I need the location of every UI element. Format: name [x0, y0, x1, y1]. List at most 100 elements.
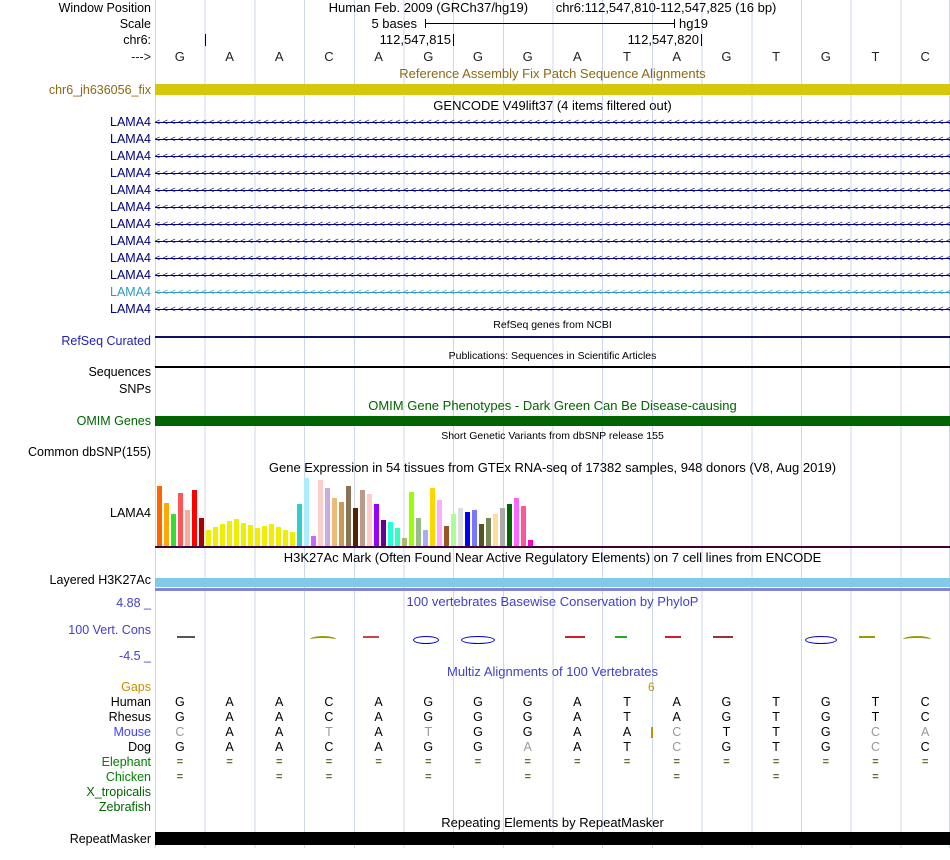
- gencode-item-label[interactable]: LAMA4: [0, 114, 155, 131]
- gencode-item-label[interactable]: LAMA4: [0, 301, 155, 318]
- gtex-tissue-bar[interactable]: [164, 503, 169, 548]
- dbsnp-label[interactable]: Common dbSNP(155): [0, 444, 155, 460]
- gtex-tissue-bar[interactable]: [262, 526, 267, 548]
- fix-patch-track[interactable]: [155, 82, 950, 98]
- h3k27ac-track[interactable]: [155, 566, 950, 594]
- gtex-tissue-bar[interactable]: [318, 480, 323, 548]
- gtex-tissue-bar[interactable]: [227, 521, 232, 548]
- species-alignment-row[interactable]: [155, 785, 950, 800]
- species-label[interactable]: Dog: [0, 740, 155, 755]
- gencode-transcript[interactable]: <<<<<<<<<<<<<<<<<<<<<<<<<<<<<<<<<<<<<<<<…: [155, 250, 950, 267]
- gencode-transcript-row[interactable]: <<<<<<<<<<<<<<<<<<<<<<<<<<<<<<<<<<<<<<<<…: [155, 199, 950, 216]
- gtex-tissue-bar[interactable]: [339, 502, 344, 548]
- refseq-item[interactable]: [155, 336, 950, 338]
- gencode-transcript[interactable]: <<<<<<<<<<<<<<<<<<<<<<<<<<<<<<<<<<<<<<<<…: [155, 148, 950, 165]
- gtex-tissue-bar[interactable]: [332, 498, 337, 548]
- gencode-item-label[interactable]: LAMA4: [0, 250, 155, 267]
- h3k27ac-signal-bar2[interactable]: [155, 588, 950, 591]
- gtex-tissue-bar[interactable]: [437, 500, 442, 548]
- gtex-tissue-bar[interactable]: [367, 494, 372, 548]
- gtex-tissue-bar[interactable]: [451, 514, 456, 548]
- dbsnp-track[interactable]: [155, 444, 950, 460]
- fix-patch-item-bar[interactable]: [155, 84, 950, 95]
- omim-gene-bar[interactable]: [155, 416, 950, 426]
- phylop-track-label[interactable]: 100 Vert. Cons: [0, 623, 151, 637]
- refseq-track-title[interactable]: RefSeq genes from NCBI: [155, 318, 950, 333]
- gencode-transcript[interactable]: <<<<<<<<<<<<<<<<<<<<<<<<<<<<<<<<<<<<<<<<…: [155, 284, 950, 301]
- gtex-tissue-bar[interactable]: [500, 508, 505, 548]
- repeat-element-bar[interactable]: [155, 832, 950, 845]
- gencode-transcript-row[interactable]: <<<<<<<<<<<<<<<<<<<<<<<<<<<<<<<<<<<<<<<<…: [155, 165, 950, 182]
- gtex-tissue-bar[interactable]: [346, 486, 351, 548]
- gtex-tissue-bar[interactable]: [213, 527, 218, 548]
- phylop-track-title[interactable]: 100 vertebrates Basewise Conservation by…: [155, 594, 950, 610]
- gencode-transcript-row[interactable]: <<<<<<<<<<<<<<<<<<<<<<<<<<<<<<<<<<<<<<<<…: [155, 182, 950, 199]
- gtex-tissue-bar[interactable]: [507, 504, 512, 548]
- omim-track-title[interactable]: OMIM Gene Phenotypes - Dark Green Can Be…: [155, 398, 950, 414]
- gtex-tissue-bar[interactable]: [192, 490, 197, 548]
- snps-label[interactable]: SNPs: [0, 380, 155, 398]
- gtex-tissue-bar[interactable]: [486, 518, 491, 548]
- gtex-tissue-bar[interactable]: [388, 522, 393, 548]
- gtex-tissue-bar[interactable]: [269, 524, 274, 548]
- gtex-gene-label[interactable]: LAMA4: [0, 476, 155, 550]
- species-alignment-row[interactable]: [155, 800, 950, 815]
- gencode-item-label[interactable]: LAMA4: [0, 182, 155, 199]
- species-label[interactable]: Human: [0, 695, 155, 710]
- gencode-item-label[interactable]: LAMA4: [0, 148, 155, 165]
- dbsnp-track-title[interactable]: Short Genetic Variants from dbSNP releas…: [155, 429, 950, 444]
- publications-track-title[interactable]: Publications: Sequences in Scientific Ar…: [155, 349, 950, 364]
- h3k27ac-label[interactable]: Layered H3K27Ac: [0, 566, 155, 594]
- gtex-tissue-bar[interactable]: [458, 508, 463, 548]
- gtex-tissue-bar[interactable]: [360, 490, 365, 548]
- gtex-tissue-bar[interactable]: [255, 528, 260, 548]
- gaps-label[interactable]: Gaps: [0, 680, 155, 695]
- gencode-transcript-row[interactable]: <<<<<<<<<<<<<<<<<<<<<<<<<<<<<<<<<<<<<<<<…: [155, 233, 950, 250]
- gencode-transcript-row[interactable]: <<<<<<<<<<<<<<<<<<<<<<<<<<<<<<<<<<<<<<<<…: [155, 114, 950, 131]
- gencode-transcript[interactable]: <<<<<<<<<<<<<<<<<<<<<<<<<<<<<<<<<<<<<<<<…: [155, 165, 950, 182]
- gtex-tissue-bar[interactable]: [353, 508, 358, 548]
- gtex-tissue-bar[interactable]: [395, 528, 400, 548]
- multiz-track-title[interactable]: Multiz Alignments of 100 Vertebrates: [155, 664, 950, 680]
- gtex-tissue-bar[interactable]: [465, 512, 470, 548]
- gencode-transcript-row[interactable]: <<<<<<<<<<<<<<<<<<<<<<<<<<<<<<<<<<<<<<<<…: [155, 148, 950, 165]
- omim-genes-track[interactable]: [155, 414, 950, 429]
- sequences-track[interactable]: [155, 364, 950, 380]
- reference-sequence-track[interactable]: GAACAGGGATAGTGTC: [155, 48, 950, 66]
- species-label[interactable]: Zebrafish: [0, 800, 155, 815]
- repeatmasker-track-title[interactable]: Repeating Elements by RepeatMasker: [155, 815, 950, 830]
- gtex-tissue-bar[interactable]: [178, 493, 183, 548]
- repeatmasker-track[interactable]: [155, 830, 950, 848]
- species-label[interactable]: Elephant: [0, 755, 155, 770]
- species-alignment-row[interactable]: = = = = = = = = = = = = = = = =: [155, 755, 950, 770]
- gtex-tissue-bar[interactable]: [521, 506, 526, 548]
- gencode-item-label[interactable]: LAMA4: [0, 233, 155, 250]
- multiz-alignment[interactable]: Human G A A C A G G G A T A G T G T C Rhesus G A A C A G G G A T A G T…: [0, 695, 950, 815]
- gencode-transcript-row[interactable]: <<<<<<<<<<<<<<<<<<<<<<<<<<<<<<<<<<<<<<<<…: [155, 131, 950, 148]
- gencode-track-title[interactable]: GENCODE V49lift37 (4 items filtered out): [155, 98, 950, 114]
- gencode-transcript[interactable]: <<<<<<<<<<<<<<<<<<<<<<<<<<<<<<<<<<<<<<<<…: [155, 216, 950, 233]
- gtex-tissue-bar[interactable]: [514, 498, 519, 548]
- species-alignment-row[interactable]: GAACAGGGATAGTGTC: [155, 710, 950, 725]
- gencode-transcript[interactable]: <<<<<<<<<<<<<<<<<<<<<<<<<<<<<<<<<<<<<<<<…: [155, 199, 950, 216]
- gtex-tissue-bar[interactable]: [234, 519, 239, 548]
- gtex-tissue-bar[interactable]: [493, 514, 498, 548]
- omim-genes-label[interactable]: OMIM Genes: [0, 414, 155, 429]
- gtex-tissue-bar[interactable]: [171, 514, 176, 548]
- gencode-transcript[interactable]: <<<<<<<<<<<<<<<<<<<<<<<<<<<<<<<<<<<<<<<<…: [155, 301, 950, 318]
- gencode-transcript-row[interactable]: <<<<<<<<<<<<<<<<<<<<<<<<<<<<<<<<<<<<<<<<…: [155, 267, 950, 284]
- gencode-item-label[interactable]: LAMA4: [0, 267, 155, 284]
- gtex-tissue-bar[interactable]: [374, 504, 379, 548]
- gtex-tissue-bar[interactable]: [276, 527, 281, 548]
- refseq-curated-label[interactable]: RefSeq Curated: [0, 333, 155, 349]
- gtex-tissue-bar[interactable]: [381, 520, 386, 548]
- gencode-item-label[interactable]: LAMA4: [0, 165, 155, 182]
- phylop-wiggle[interactable]: [155, 610, 950, 664]
- sequences-label[interactable]: Sequences: [0, 364, 155, 380]
- gencode-transcript-row[interactable]: <<<<<<<<<<<<<<<<<<<<<<<<<<<<<<<<<<<<<<<<…: [155, 216, 950, 233]
- fix-patch-item-label[interactable]: chr6_jh636056_fix: [0, 82, 155, 98]
- gencode-transcript[interactable]: <<<<<<<<<<<<<<<<<<<<<<<<<<<<<<<<<<<<<<<<…: [155, 114, 950, 131]
- gencode-transcript[interactable]: <<<<<<<<<<<<<<<<<<<<<<<<<<<<<<<<<<<<<<<<…: [155, 267, 950, 284]
- gtex-tissue-bar[interactable]: [325, 488, 330, 548]
- gtex-tissue-bar[interactable]: [416, 518, 421, 548]
